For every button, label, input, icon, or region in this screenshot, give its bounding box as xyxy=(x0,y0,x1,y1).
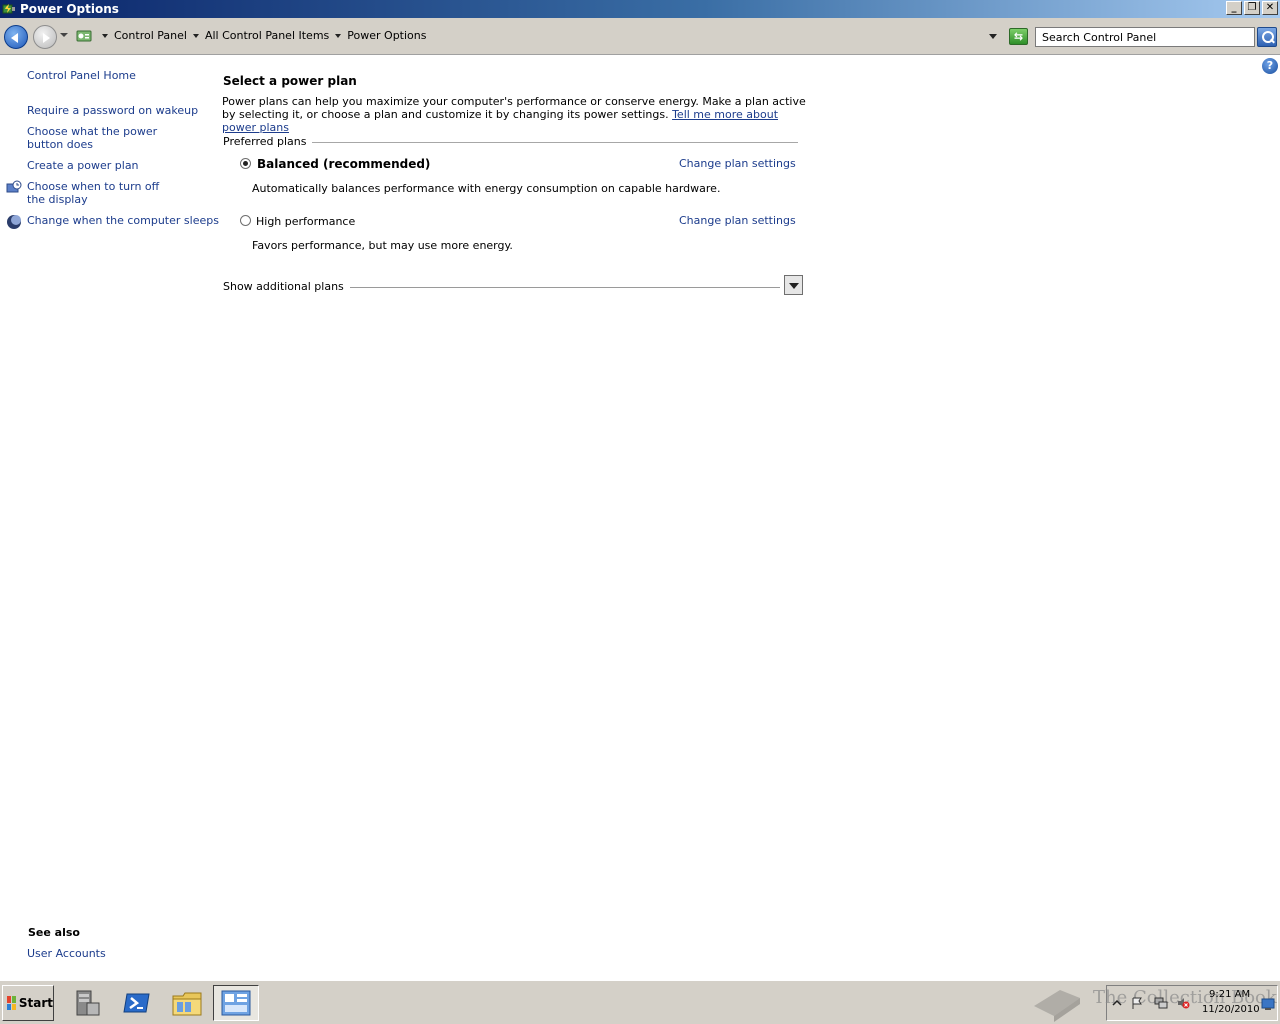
close-button[interactable]: ✕ xyxy=(1262,1,1278,15)
power-button-link[interactable]: Choose what the power button does xyxy=(27,125,187,151)
chevron-down-icon[interactable] xyxy=(335,33,342,41)
additional-plans-header: Show additional plans xyxy=(223,280,780,293)
restore-button[interactable]: ❐ xyxy=(1244,1,1260,15)
control-panel-icon xyxy=(221,990,251,1016)
see-also-heading: See also xyxy=(28,926,80,939)
computer-sleeps-link[interactable]: Change when the computer sleeps xyxy=(27,214,219,227)
address-bar: Control Panel All Control Panel Items Po… xyxy=(0,18,1280,55)
start-label: Start xyxy=(18,996,53,1010)
windows-logo-icon xyxy=(7,996,16,1010)
network-icon[interactable] xyxy=(1154,996,1168,1010)
plan-name-high-performance[interactable]: High performance xyxy=(256,215,355,228)
create-power-plan-link[interactable]: Create a power plan xyxy=(27,159,139,172)
divider xyxy=(349,286,780,288)
plan-name-balanced[interactable]: Balanced (recommended) xyxy=(257,157,430,171)
additional-plans-label[interactable]: Show additional plans xyxy=(223,280,344,293)
address-history-dropdown[interactable] xyxy=(989,34,997,43)
recent-pages-dropdown[interactable] xyxy=(60,33,68,41)
back-button[interactable] xyxy=(4,25,28,49)
power-options-icon xyxy=(2,4,15,14)
powershell-button[interactable] xyxy=(114,985,160,1021)
search-icon[interactable] xyxy=(1257,27,1277,47)
show-desktop-icon[interactable] xyxy=(1261,997,1275,1011)
server-manager-icon xyxy=(76,990,100,1016)
sleep-moon-icon xyxy=(7,215,21,229)
explorer-icon xyxy=(172,992,202,1016)
window-title: Power Options xyxy=(20,2,119,16)
chevron-down-icon[interactable] xyxy=(192,33,199,41)
refresh-button[interactable]: ⇆ xyxy=(1009,28,1028,45)
plan-desc-high-performance: Favors performance, but may use more ene… xyxy=(252,239,513,252)
change-plan-settings-balanced[interactable]: Change plan settings xyxy=(679,157,796,170)
expand-additional-plans-button[interactable] xyxy=(784,275,803,295)
high-performance-radio[interactable] xyxy=(240,215,251,226)
turn-off-display-link[interactable]: Choose when to turn off the display xyxy=(27,180,177,206)
require-password-link[interactable]: Require a password on wakeup xyxy=(27,104,198,117)
divider xyxy=(312,141,798,143)
page-title: Select a power plan xyxy=(223,74,357,88)
help-icon[interactable]: ? xyxy=(1262,58,1278,74)
flag-icon[interactable] xyxy=(1130,996,1144,1010)
minimize-button[interactable]: _ xyxy=(1226,1,1242,15)
user-accounts-link[interactable]: User Accounts xyxy=(27,947,106,960)
volume-muted-icon[interactable] xyxy=(1176,996,1190,1010)
search-input[interactable] xyxy=(1035,27,1255,47)
preferred-plans-group: Preferred plans xyxy=(223,135,798,148)
powershell-icon xyxy=(123,993,150,1013)
server-manager-button[interactable] xyxy=(64,985,110,1021)
control-panel-home-link[interactable]: Control Panel Home xyxy=(27,69,136,82)
breadcrumb: Control Panel All Control Panel Items Po… xyxy=(96,29,426,42)
breadcrumb-control-panel[interactable]: Control Panel xyxy=(114,29,187,42)
clock-date[interactable]: 11/20/2010 xyxy=(1202,1004,1260,1015)
explorer-button[interactable] xyxy=(164,985,210,1021)
breadcrumb-all-items[interactable]: All Control Panel Items xyxy=(205,29,329,42)
title-bar: Power Options _ ❐ ✕ xyxy=(0,0,1280,18)
plan-desc-balanced: Automatically balances performance with … xyxy=(252,182,721,195)
intro-text: Power plans can help you maximize your c… xyxy=(222,95,812,134)
chevron-up-icon[interactable] xyxy=(1110,996,1124,1010)
chevron-down-icon[interactable] xyxy=(102,33,108,41)
control-panel-taskbar-button[interactable] xyxy=(213,985,259,1021)
group-label: Preferred plans xyxy=(223,135,307,148)
display-timer-icon xyxy=(6,180,22,193)
clock-time[interactable]: 9:21 AM xyxy=(1209,989,1250,1000)
start-button[interactable]: Start xyxy=(2,985,54,1021)
balanced-radio[interactable] xyxy=(240,158,251,169)
control-panel-icon[interactable] xyxy=(76,28,92,44)
forward-button[interactable] xyxy=(33,25,57,49)
change-plan-settings-high[interactable]: Change plan settings xyxy=(679,214,796,227)
breadcrumb-power-options[interactable]: Power Options xyxy=(347,29,426,42)
